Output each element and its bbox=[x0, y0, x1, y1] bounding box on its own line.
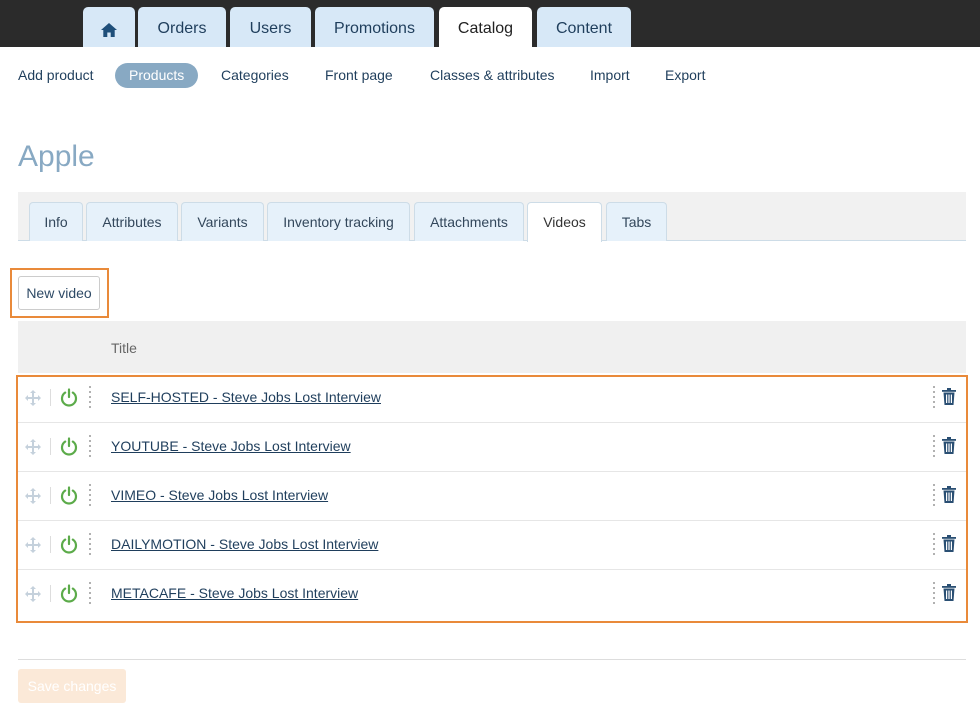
video-title-link[interactable]: YOUTUBE - Steve Jobs Lost Interview bbox=[111, 438, 351, 454]
tab-catalog[interactable]: Catalog bbox=[439, 7, 532, 47]
drag-handle-icon[interactable] bbox=[24, 438, 42, 456]
trash-icon[interactable] bbox=[942, 535, 956, 552]
subnav-add-product[interactable]: Add product bbox=[18, 63, 94, 88]
row-separator bbox=[50, 487, 51, 504]
save-changes-button[interactable]: Save changes bbox=[18, 669, 126, 703]
vertical-dots-icon bbox=[933, 386, 935, 408]
trash-icon[interactable] bbox=[942, 486, 956, 503]
row-separator bbox=[50, 438, 51, 455]
power-toggle-icon[interactable] bbox=[60, 486, 78, 505]
tab-content[interactable]: Content bbox=[537, 7, 631, 47]
tab-home[interactable] bbox=[83, 7, 135, 47]
power-toggle-icon[interactable] bbox=[60, 584, 78, 603]
vertical-dots-icon bbox=[89, 435, 91, 457]
trash-icon[interactable] bbox=[942, 584, 956, 601]
tab-tabs[interactable]: Tabs bbox=[606, 202, 667, 241]
table-row: METACAFE - Steve Jobs Lost Interview bbox=[18, 570, 966, 619]
table-row: DAILYMOTION - Steve Jobs Lost Interview bbox=[18, 521, 966, 570]
video-title-link[interactable]: VIMEO - Steve Jobs Lost Interview bbox=[111, 487, 328, 503]
power-toggle-icon[interactable] bbox=[60, 535, 78, 554]
row-separator bbox=[50, 536, 51, 553]
power-toggle-icon[interactable] bbox=[60, 388, 78, 407]
drag-handle-icon[interactable] bbox=[24, 487, 42, 505]
video-title-link[interactable]: DAILYMOTION - Steve Jobs Lost Interview bbox=[111, 536, 378, 552]
tab-orders[interactable]: Orders bbox=[138, 7, 226, 47]
top-navigation: Orders Users Promotions Catalog Content bbox=[0, 0, 980, 47]
video-title-link[interactable]: METACAFE - Steve Jobs Lost Interview bbox=[111, 585, 358, 601]
row-separator bbox=[50, 389, 51, 406]
table-row: SELF-HOSTED - Steve Jobs Lost Interview bbox=[18, 374, 966, 423]
power-toggle-icon[interactable] bbox=[60, 437, 78, 456]
drag-handle-icon[interactable] bbox=[24, 536, 42, 554]
subnav-products[interactable]: Products bbox=[115, 63, 199, 88]
vertical-dots-icon bbox=[933, 484, 935, 506]
table-header: Title bbox=[18, 321, 966, 373]
tab-info[interactable]: Info bbox=[29, 202, 83, 241]
drag-handle-icon[interactable] bbox=[24, 389, 42, 407]
tab-variants[interactable]: Variants bbox=[181, 202, 264, 241]
tab-users[interactable]: Users bbox=[230, 7, 311, 47]
tab-videos[interactable]: Videos bbox=[527, 202, 602, 242]
new-video-button[interactable]: New video bbox=[18, 276, 100, 310]
drag-handle-icon[interactable] bbox=[24, 585, 42, 603]
trash-icon[interactable] bbox=[942, 388, 956, 405]
trash-icon[interactable] bbox=[942, 437, 956, 454]
table-row: YOUTUBE - Steve Jobs Lost Interview bbox=[18, 423, 966, 472]
column-header-title: Title bbox=[111, 340, 137, 356]
tab-attachments[interactable]: Attachments bbox=[414, 202, 524, 241]
subnav-front-page[interactable]: Front page bbox=[325, 63, 393, 88]
page-title: Apple bbox=[18, 140, 95, 173]
vertical-dots-icon bbox=[933, 582, 935, 604]
tab-promotions[interactable]: Promotions bbox=[315, 7, 434, 47]
subnav-classes-attributes[interactable]: Classes & attributes bbox=[430, 63, 555, 88]
home-icon bbox=[101, 23, 117, 37]
video-title-link[interactable]: SELF-HOSTED - Steve Jobs Lost Interview bbox=[111, 389, 381, 405]
subnav-export[interactable]: Export bbox=[665, 63, 705, 88]
subnav-import[interactable]: Import bbox=[590, 63, 630, 88]
table-row: VIMEO - Steve Jobs Lost Interview bbox=[18, 472, 966, 521]
row-separator bbox=[50, 585, 51, 602]
vertical-dots-icon bbox=[89, 386, 91, 408]
subnav-categories[interactable]: Categories bbox=[221, 63, 289, 88]
tab-attributes[interactable]: Attributes bbox=[86, 202, 178, 241]
vertical-dots-icon bbox=[933, 435, 935, 457]
footer-divider bbox=[18, 659, 966, 660]
tab-inventory-tracking[interactable]: Inventory tracking bbox=[267, 202, 410, 241]
vertical-dots-icon bbox=[89, 484, 91, 506]
vertical-dots-icon bbox=[89, 582, 91, 604]
vertical-dots-icon bbox=[89, 533, 91, 555]
vertical-dots-icon bbox=[933, 533, 935, 555]
